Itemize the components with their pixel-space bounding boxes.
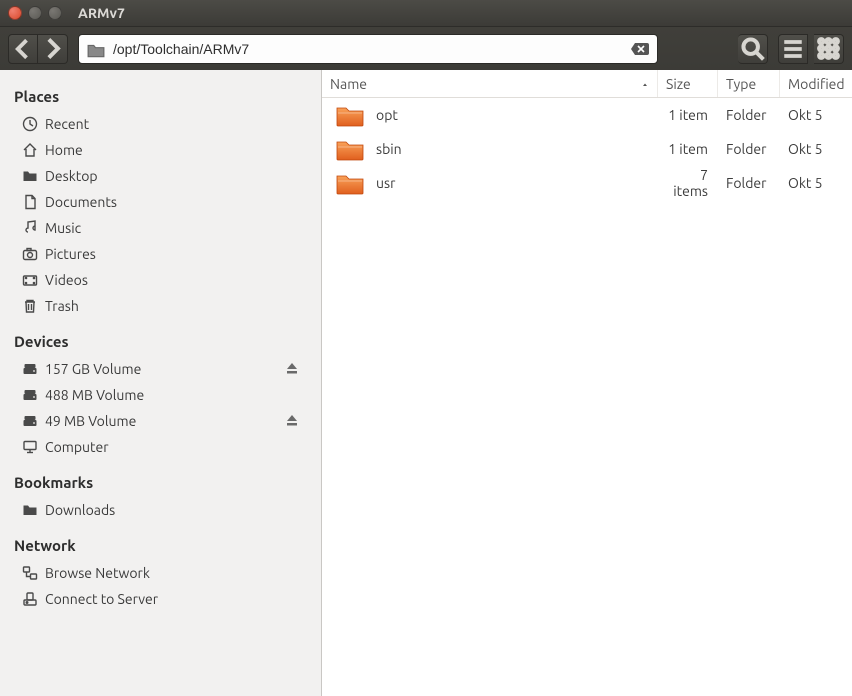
list-menu-button[interactable] [778,34,808,64]
file-type: Folder [718,107,780,123]
file-row[interactable]: usr 7 itemsFolderOkt 5 [322,166,852,200]
folder-icon [336,171,364,195]
column-modified-header[interactable]: Modified [780,70,852,97]
sidebar-item-recent[interactable]: Recent [0,111,321,137]
column-name-header[interactable]: Name [322,70,658,97]
sidebar-item-label: Documents [45,194,117,210]
file-modified: Okt 5 [780,107,852,123]
document-icon [22,194,38,210]
file-size: 1 item [658,141,718,157]
path-input[interactable] [113,41,623,57]
sidebar-item-music[interactable]: Music [0,215,321,241]
camera-icon [22,246,38,262]
devices-header: Devices [0,329,321,356]
file-name: sbin [376,141,402,157]
column-name-label: Name [330,76,367,92]
eject-icon[interactable] [285,413,299,430]
sidebar-item-label: Browse Network [45,565,150,581]
sidebar-item-49-mb-volume[interactable]: 49 MB Volume [0,408,321,434]
folder-icon [336,137,364,161]
network-icon [22,565,38,581]
sidebar-item-label: Desktop [45,168,98,184]
column-headers: Name Size Type Modified [322,70,852,98]
clock-icon [22,116,38,132]
drive-icon [22,387,38,403]
sidebar-item-trash[interactable]: Trash [0,293,321,319]
sidebar-item-browse-network[interactable]: Browse Network [0,560,321,586]
clear-path-button[interactable] [631,41,649,57]
sidebar-item-157-gb-volume[interactable]: 157 GB Volume [0,356,321,382]
sidebar-item-label: Connect to Server [45,591,158,607]
file-row[interactable]: sbin 1 itemFolderOkt 5 [322,132,852,166]
sidebar-item-488-mb-volume[interactable]: 488 MB Volume [0,382,321,408]
file-modified: Okt 5 [780,175,852,191]
video-icon [22,272,38,288]
sidebar-item-documents[interactable]: Documents [0,189,321,215]
sidebar-item-videos[interactable]: Videos [0,267,321,293]
window-title: ARMv7 [70,5,125,21]
sidebar-item-downloads[interactable]: Downloads [0,497,321,523]
sidebar-item-label: 488 MB Volume [45,387,144,403]
window-controls [8,6,62,20]
sidebar-item-pictures[interactable]: Pictures [0,241,321,267]
sidebar-item-computer[interactable]: Computer [0,434,321,460]
grid-view-button[interactable] [814,34,844,64]
titlebar: ARMv7 [0,0,852,26]
file-row[interactable]: opt 1 itemFolderOkt 5 [322,98,852,132]
sidebar-item-label: Trash [45,298,79,314]
trash-icon [22,298,38,314]
sidebar-item-label: Home [45,142,83,158]
folder-icon [22,502,38,518]
nav-group [8,34,68,64]
file-type: Folder [718,175,780,191]
location-bar[interactable] [78,34,658,64]
eject-icon[interactable] [285,361,299,378]
back-button[interactable] [8,34,38,64]
file-name: opt [376,107,398,123]
search-button[interactable] [738,34,768,64]
window-minimize-button[interactable] [28,6,42,20]
forward-button[interactable] [38,34,68,64]
folder-icon [87,42,105,56]
home-icon [22,142,38,158]
sidebar-item-desktop[interactable]: Desktop [0,163,321,189]
sidebar: Places Recent Home Desktop Documents Music Pi… [0,70,322,696]
network-header: Network [0,533,321,560]
sidebar-item-home[interactable]: Home [0,137,321,163]
column-type-header[interactable]: Type [718,70,780,97]
file-size: 7 items [658,167,718,199]
drive-icon [22,361,38,377]
sidebar-item-label: Recent [45,116,89,132]
window-close-button[interactable] [8,6,22,20]
column-size-header[interactable]: Size [658,70,718,97]
column-modified-label: Modified [788,76,845,92]
computer-icon [22,439,38,455]
file-modified: Okt 5 [780,141,852,157]
sidebar-item-connect-to-server[interactable]: Connect to Server [0,586,321,612]
sidebar-item-label: Downloads [45,502,115,518]
sidebar-item-label: Pictures [45,246,96,262]
column-type-label: Type [726,76,756,92]
folder-icon [22,168,38,184]
sidebar-item-label: 157 GB Volume [45,361,141,377]
toolbar [0,26,852,70]
places-header: Places [0,84,321,111]
folder-icon [336,103,364,127]
sidebar-item-label: Videos [45,272,88,288]
file-name: usr [376,175,395,191]
drive-icon [22,413,38,429]
file-type: Folder [718,141,780,157]
column-size-label: Size [666,76,691,92]
sidebar-item-label: Music [45,220,81,236]
file-list: Name Size Type Modified opt1 itemFolderO… [322,70,852,696]
sidebar-item-label: Computer [45,439,109,455]
sort-ascending-icon [641,76,649,92]
bookmarks-header: Bookmarks [0,470,321,497]
music-icon [22,220,38,236]
file-size: 1 item [658,107,718,123]
sidebar-item-label: 49 MB Volume [45,413,136,429]
window-maximize-button[interactable] [48,6,62,20]
server-icon [22,591,38,607]
